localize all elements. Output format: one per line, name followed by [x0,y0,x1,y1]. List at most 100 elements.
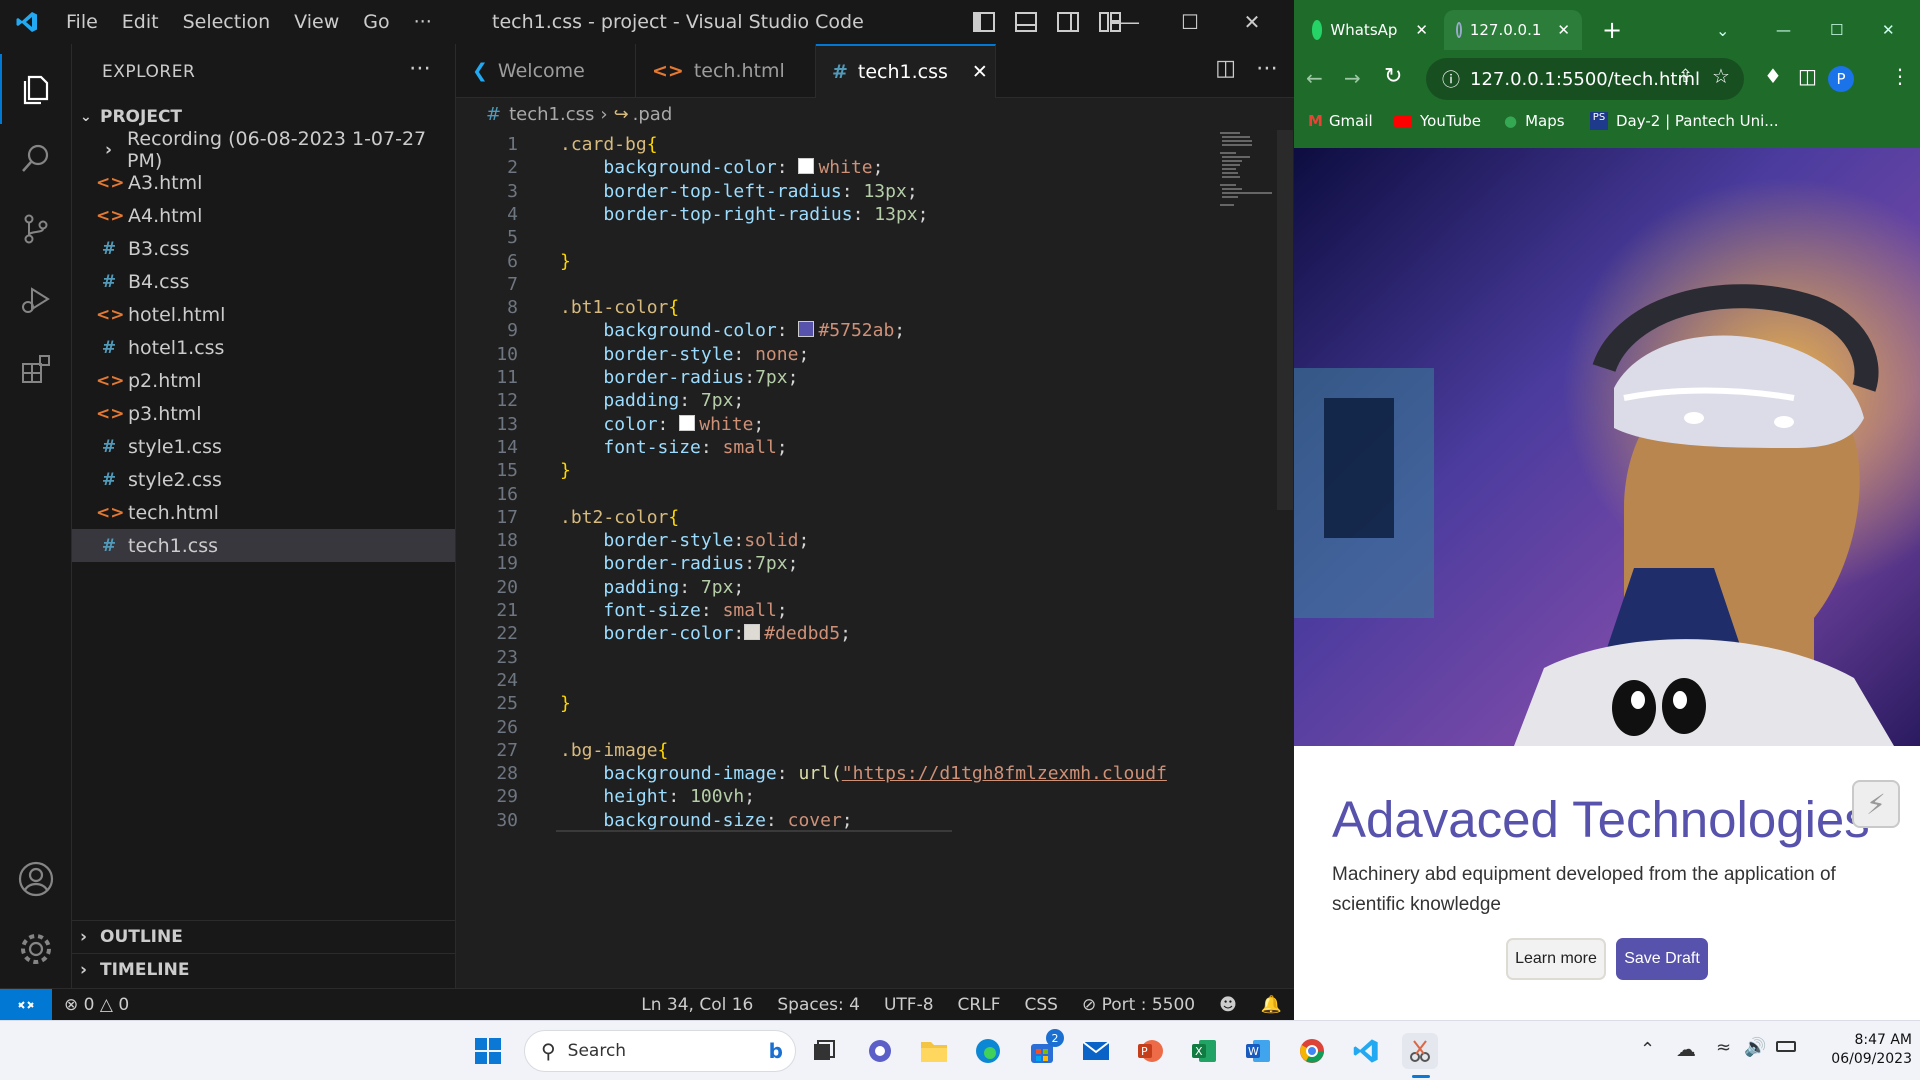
vscode-taskbar-icon[interactable] [1348,1033,1384,1069]
minimize-icon[interactable]: — [1100,0,1160,44]
close-tab-icon[interactable]: ✕ [1415,21,1428,39]
new-tab-icon[interactable]: + [1590,10,1634,50]
system-clock[interactable]: 8:47 AM 06/09/2023 [1808,1031,1912,1069]
code-line[interactable]: color: white; [560,414,764,435]
tab-welcome[interactable]: ❮ Welcome [456,44,636,98]
manage-gear-icon[interactable] [0,914,72,984]
color-swatch[interactable] [798,158,815,175]
chrome-icon[interactable] [1294,1033,1330,1069]
tab-search-icon[interactable]: ⌄ [1704,10,1741,50]
menu-edit[interactable]: Edit [110,11,171,33]
mail-icon[interactable] [1078,1033,1114,1069]
explorer-icon[interactable] [0,54,72,124]
code-line[interactable]: border-style: none; [560,344,809,365]
color-swatch[interactable] [744,624,761,641]
code-line[interactable]: .card-bg{ [560,134,658,155]
encoding[interactable]: UTF-8 [872,995,946,1015]
explorer-more-icon[interactable]: ⋯ [409,56,431,81]
line-ending[interactable]: CRLF [946,995,1013,1015]
file-item[interactable]: <> hotel.html [72,298,455,331]
maximize-icon[interactable]: ☐ [1160,0,1220,44]
file-item[interactable]: <> p3.html [72,397,455,430]
code-line[interactable]: border-radius:7px; [560,367,798,388]
color-swatch[interactable] [679,414,696,431]
bookmark-maps[interactable]: ● Maps [1504,112,1565,130]
code-line[interactable]: .bg-image{ [560,740,668,761]
word-icon[interactable]: W [1240,1033,1276,1069]
task-view-icon[interactable] [806,1033,842,1069]
notifications-bell-icon[interactable]: 🔔 [1249,995,1294,1015]
address-bar[interactable]: ⓘ 127.0.0.1:5500/tech.html [1426,58,1744,100]
bookmark-star-icon[interactable]: ☆ [1712,64,1730,88]
file-explorer-icon[interactable] [916,1033,952,1069]
code-line[interactable]: height: 100vh; [560,786,755,807]
floating-widget-icon[interactable]: ⚡ [1852,780,1900,828]
outline-section[interactable]: › OUTLINE [72,920,456,953]
powerpoint-icon[interactable]: P [1132,1033,1168,1069]
code-line[interactable]: } [560,460,571,481]
problems-status[interactable]: ⊗ 0 △ 0 [52,995,141,1015]
code-line[interactable]: border-color: #dedbd5; [560,623,851,644]
onedrive-cloud-icon[interactable]: ☁ [1676,1037,1696,1061]
feedback-icon[interactable]: ☻ [1207,995,1249,1015]
code-line[interactable]: border-top-right-radius: 13px; [560,204,928,225]
close-window-icon[interactable]: ✕ [1870,10,1907,50]
live-server-port[interactable]: ⊘ Port : 5500 [1070,995,1207,1015]
taskbar-search[interactable]: ⚲ Search b [524,1030,796,1072]
code-line[interactable]: font-size: small; [560,600,787,621]
search-icon[interactable] [0,124,72,194]
toggle-sidebar-icon[interactable] [970,8,998,36]
remote-icon[interactable] [0,988,52,1021]
code-line[interactable]: } [560,693,571,714]
menu-selection[interactable]: Selection [171,11,283,33]
tab-tech1-css[interactable]: # tech1.css ✕ [816,44,996,98]
file-item[interactable]: # tech1.css [72,529,455,562]
menu-go[interactable]: Go [351,11,401,33]
accounts-icon[interactable] [0,844,72,914]
close-window-icon[interactable]: ✕ [1222,0,1282,44]
teams-chat-icon[interactable] [862,1033,898,1069]
code-line[interactable]: .bt1-color{ [560,297,679,318]
reload-icon[interactable]: ↻ [1384,64,1402,89]
code-line[interactable]: border-style:solid; [560,530,809,551]
menu-more[interactable]: ··· [402,11,444,33]
maximize-icon[interactable]: ☐ [1818,10,1855,50]
extensions-icon[interactable] [0,334,72,404]
code-editor[interactable]: 1 .card-bg{2 background-color: white; 3 bo… [456,130,1216,988]
code-line[interactable]: background-color: #5752ab; [560,320,905,341]
toggle-panel-icon[interactable] [1012,8,1040,36]
snipping-tool-icon[interactable] [1402,1033,1438,1069]
color-swatch[interactable] [798,321,815,338]
editor-more-icon[interactable]: ⋯ [1256,56,1278,81]
code-line[interactable]: background-color: white; [560,157,883,178]
split-editor-icon[interactable]: ◫ [1215,56,1236,81]
run-debug-icon[interactable] [0,264,72,334]
indentation[interactable]: Spaces: 4 [765,995,872,1015]
learn-more-button[interactable]: Learn more [1506,938,1606,980]
menu-file[interactable]: File [54,11,110,33]
tab-tech-html[interactable]: <> tech.html [636,44,816,98]
timeline-section[interactable]: › TIMELINE [72,953,456,986]
file-item[interactable]: # style1.css [72,430,455,463]
code-line[interactable]: font-size: small; [560,437,787,458]
start-windows-icon[interactable] [470,1033,506,1069]
code-line[interactable]: background-size: cover; [560,810,852,831]
code-line[interactable]: background-image: url("https://d1tgh8fml… [560,763,1167,784]
extensions-puzzle-icon[interactable]: ♦ [1764,64,1782,88]
wifi-icon[interactable]: ≈ [1716,1037,1731,1058]
breadcrumb-symbol[interactable]: .pad [633,104,673,125]
edge-icon[interactable] [970,1033,1006,1069]
share-icon[interactable]: ⇧ [1678,66,1693,87]
volume-icon[interactable]: 🔊 [1744,1037,1766,1058]
back-icon[interactable]: ← [1306,66,1323,90]
code-line[interactable]: border-radius:7px; [560,553,798,574]
store-icon[interactable]: 2 [1024,1029,1064,1069]
editor-scrollbar[interactable] [1277,130,1293,510]
bookmark-pantech[interactable]: PS Day-2 | Pantech Uni... [1590,112,1779,130]
menu-view[interactable]: View [282,11,351,33]
toggle-secondary-sidebar-icon[interactable] [1054,8,1082,36]
profile-avatar[interactable]: P [1828,66,1854,92]
chrome-menu-icon[interactable]: ⋮ [1890,64,1910,88]
code-line[interactable]: padding: 7px; [560,390,744,411]
source-control-icon[interactable] [0,194,72,264]
